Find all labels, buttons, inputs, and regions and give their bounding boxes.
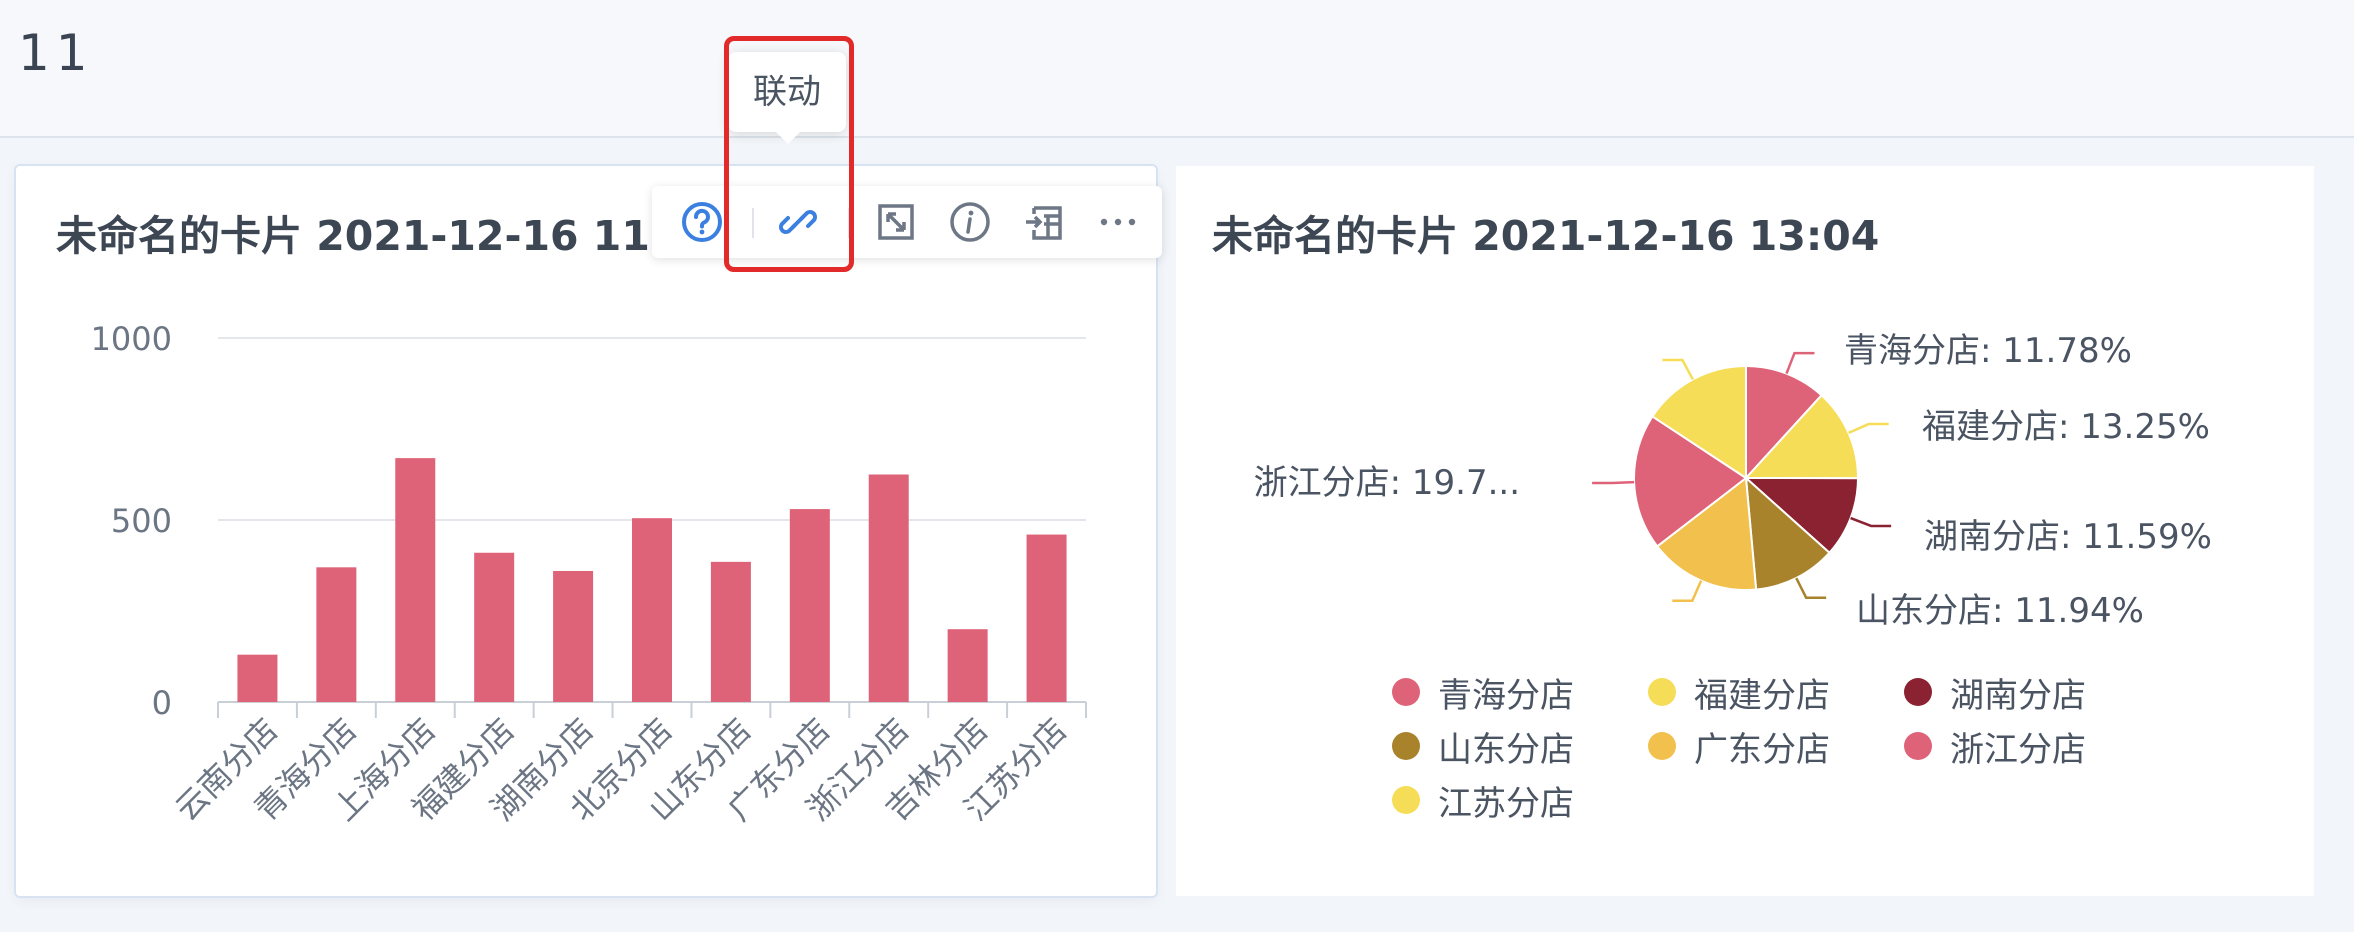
bar (553, 570, 594, 702)
y-tick-label: 0 (152, 684, 172, 722)
pie-leader-line (1850, 516, 1892, 528)
highlight-box (724, 36, 854, 272)
pie-slice-label: 浙江分店: 19.7... (1254, 463, 1520, 503)
legend-swatch (1392, 732, 1420, 760)
pie-slice-label: 福建分店: 13.25% (1922, 407, 2210, 447)
legend-item[interactable]: 广东分店 (1648, 726, 1904, 770)
bar (632, 518, 672, 702)
y-tick-label: 1000 (91, 320, 172, 358)
bar (710, 561, 751, 702)
legend-item[interactable]: 福建分店 (1648, 672, 1904, 716)
bar (237, 654, 278, 702)
legend-item[interactable]: 湖南分店 (1904, 672, 2152, 716)
legend-swatch (1904, 732, 1932, 760)
pie-chart-card[interactable]: 未命名的卡片 2021-12-16 13:04 青海分店: 11.78% 福建分店… (1176, 166, 2314, 896)
legend-label: 湖南分店 (1950, 675, 2086, 716)
legend-item[interactable]: 江苏分店 (1392, 780, 1648, 824)
pie-slice-label: 山东分店: 11.94% (1856, 591, 2144, 631)
pie-leader-line (1785, 351, 1815, 375)
bar (395, 458, 436, 702)
bar (789, 509, 830, 702)
legend-swatch (1904, 678, 1932, 706)
pie-slice-label: 青海分店: 11.78% (1844, 331, 2132, 371)
legend-swatch (1392, 678, 1420, 706)
bar (868, 474, 909, 702)
bar-chart: 05001000云南分店青海分店上海分店福建分店湖南分店北京分店山东分店广东分店… (91, 320, 1087, 828)
bar (474, 552, 515, 702)
bar (316, 567, 357, 702)
legend-swatch (1648, 732, 1676, 760)
legend-label: 浙江分店 (1950, 729, 2086, 770)
bar (947, 629, 988, 702)
pie-leader-line (1592, 480, 1635, 485)
bar-chart-card[interactable]: 未命名的卡片 2021-12-16 11:4 0 500 1000 云南分店 青… (16, 166, 1162, 896)
pie-leader-line (1848, 422, 1889, 435)
legend-swatch (1648, 678, 1676, 706)
legend-label: 福建分店 (1694, 675, 1830, 716)
dashboard-title: 11 (18, 24, 94, 82)
dashboard-header: 11 (0, 0, 2354, 138)
pie-slice-label: 湖南分店: 11.59% (1924, 517, 2212, 557)
legend-label: 江苏分店 (1438, 783, 1574, 824)
pie-leader-line (1672, 580, 1703, 603)
legend-label: 山东分店 (1438, 729, 1574, 770)
pie-chart: 青海分店: 11.78% 福建分店: 13.25% 湖南分店: 11.59% 山东分店… (1254, 331, 2212, 631)
pie-leader-line (1795, 577, 1827, 599)
legend-item[interactable]: 浙江分店 (1904, 726, 2152, 770)
legend-label: 广东分店 (1694, 729, 1830, 770)
pie-leader-line (1662, 358, 1694, 381)
legend-item[interactable]: 青海分店 (1392, 672, 1648, 716)
y-tick-label: 500 (111, 502, 172, 540)
pie-legend: 青海分店 福建分店 湖南分店山东分店 广东分店 浙江分店江苏分店 (1392, 672, 2152, 824)
legend-label: 青海分店 (1438, 675, 1574, 716)
legend-item[interactable]: 山东分店 (1392, 726, 1648, 770)
legend-swatch (1392, 786, 1420, 814)
bar (1026, 534, 1067, 702)
